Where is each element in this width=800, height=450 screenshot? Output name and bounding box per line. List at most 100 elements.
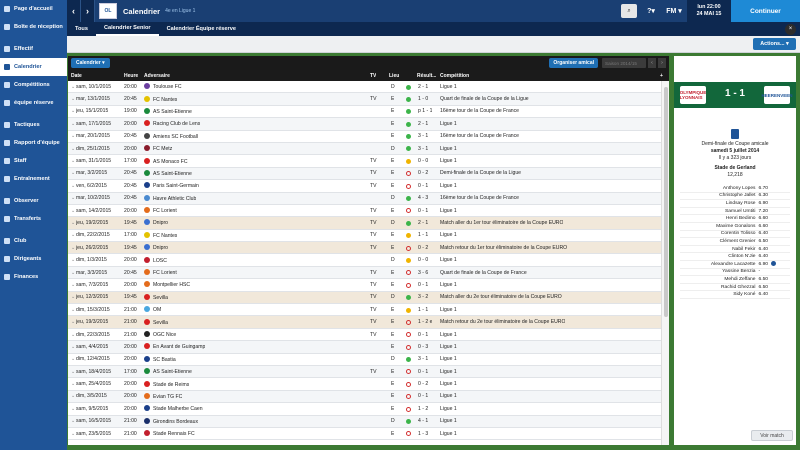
fixture-competition[interactable]: Demi-finale de la Coupe de la Ligue [440, 170, 521, 176]
fixture-row[interactable]: ⌄ dim, 3/5/2015 20:00 Evian TG FC E 0 - 1 Ligu… [68, 390, 669, 404]
add-column-icon[interactable]: + [660, 73, 663, 79]
fixture-competition[interactable]: Ligue 1 [440, 307, 457, 313]
expand-chevron-icon[interactable]: ⌄ [71, 356, 75, 362]
fixture-opponent[interactable]: FC Nantes [144, 95, 177, 103]
opponent-name[interactable]: SC Bastia [153, 357, 176, 363]
fixture-competition[interactable]: Ligue 1 [440, 121, 457, 127]
opponent-name[interactable]: Dnipro [153, 245, 168, 251]
fixture-opponent[interactable]: Dnipro [144, 219, 168, 226]
sidebar-item-trophy[interactable]: Compétitions [0, 76, 67, 94]
fixture-competition[interactable]: Quart de finale de la Coupe de France [440, 270, 527, 276]
opponent-name[interactable]: OM [153, 307, 161, 313]
opponent-name[interactable]: Amiens SC Football [153, 134, 198, 140]
expand-chevron-icon[interactable]: ⌄ [71, 232, 75, 238]
player-rating-row[interactable]: Lindsay Rose 6.90 [680, 200, 790, 208]
player-name[interactable]: Sidy Koné [694, 292, 755, 297]
tab-senior-calendar[interactable]: Calendrier Senior [95, 22, 159, 36]
fixture-opponent[interactable]: Havre Athletic Club [144, 194, 196, 202]
fixture-competition[interactable]: Ligue 1 [440, 282, 457, 288]
fixture-opponent[interactable]: OM [144, 306, 161, 313]
col-result[interactable]: Résult... [417, 73, 436, 79]
fixture-opponent[interactable]: Stade Malherbe Caen [144, 405, 203, 412]
fixture-opponent[interactable]: Sevilla [144, 318, 168, 326]
fixture-competition[interactable]: Ligue 1 [440, 418, 457, 424]
opponent-name[interactable]: FC Lorient [153, 208, 177, 214]
opponent-name[interactable]: FC Lorient [153, 270, 177, 276]
opponent-name[interactable]: En Avant de Guingamp [153, 344, 205, 350]
col-tv[interactable]: TV [370, 73, 376, 79]
opponent-name[interactable]: Havre Athletic Club [153, 196, 196, 202]
player-name[interactable]: Rachid Ghezzal [694, 285, 756, 290]
fixture-row[interactable]: ⌄ dim, 25/1/2015 20:00 FC Metz D 3 - 1 Ligue 1 [68, 142, 669, 156]
opponent-name[interactable]: AS Saint-Etienne [153, 171, 192, 177]
view-match-button[interactable]: Voir match [751, 430, 793, 441]
fixture-opponent[interactable]: FC Lorient [144, 269, 177, 276]
expand-chevron-icon[interactable]: ⌄ [71, 257, 75, 263]
opponent-name[interactable]: Dnipro [153, 220, 168, 226]
fixture-competition[interactable]: Match retour du 2e tour éliminatoire de … [440, 319, 565, 325]
player-name[interactable]: Maxime Gonalons [694, 224, 755, 229]
player-name[interactable]: Nabil Fekir [694, 247, 755, 252]
fixture-opponent[interactable]: Dnipro [144, 244, 168, 251]
fixture-competition[interactable]: Ligue 1 [440, 257, 457, 263]
fixture-competition[interactable]: Quart de finale de la Coupe de la Ligue [440, 96, 529, 102]
fixture-row[interactable]: ⌄ sam, 16/5/2015 21:00 Girondins Bordeaux D 4… [68, 415, 669, 428]
player-name[interactable]: Lindsay Rose [694, 201, 756, 206]
expand-chevron-icon[interactable]: ⌄ [71, 195, 75, 201]
sidebar-item-tactics[interactable]: Tactiques [0, 116, 67, 134]
fixture-row[interactable]: ⌄ ven, 6/2/2015 20:45 Paris Saint-Germain TV… [68, 180, 669, 193]
fixture-opponent[interactable]: FC Lorient [144, 207, 177, 214]
fixture-row[interactable]: ⌄ jeu, 19/2/2015 19:45 Dnipro TV D 2 - 1 Match … [68, 217, 669, 230]
expand-chevron-icon[interactable]: ⌄ [71, 270, 75, 276]
previous-season-button[interactable]: ‹ [648, 58, 656, 68]
player-rating-row[interactable]: Samuel Umtiti 7.20 [680, 208, 790, 216]
tab-all[interactable]: Tous [67, 22, 96, 36]
player-rating-row[interactable]: Sidy Koné 6.40 [680, 291, 790, 299]
opponent-name[interactable]: AS Saint-Etienne [153, 369, 192, 375]
player-name[interactable]: Alexandre Lacazette [694, 262, 756, 267]
fixture-row[interactable]: ⌄ sam, 23/5/2015 21:00 Stade Rennais FC E 1 -… [68, 428, 669, 441]
fixture-row[interactable]: ⌄ jeu, 26/2/2015 19:45 Dnipro TV E 0 - 2 Match … [68, 242, 669, 255]
fixture-opponent[interactable]: FC Metz [144, 145, 172, 152]
fixture-opponent[interactable]: AS Monaco FC [144, 157, 188, 165]
expand-chevron-icon[interactable]: ⌄ [71, 418, 75, 424]
opponent-name[interactable]: OGC Nice [153, 332, 176, 338]
organize-friendly-button[interactable]: Organiser amical [549, 58, 598, 68]
sidebar-item-training[interactable]: Entraînement [0, 170, 67, 188]
col-date[interactable]: Date [71, 73, 82, 79]
player-rating-row[interactable]: Maxime Gonalons 6.60 [680, 223, 790, 231]
player-name[interactable]: Christophe Jallet [694, 193, 755, 198]
fixture-opponent[interactable]: AS Saint-Etienne [144, 107, 192, 115]
fixture-competition[interactable]: Ligue 1 [440, 431, 457, 437]
opponent-name[interactable]: AS Saint-Etienne [153, 109, 192, 115]
sidebar-item-board[interactable]: Dirigeants [0, 250, 67, 268]
fixture-row[interactable]: ⌄ dim, 22/3/2015 21:00 OGC Nice TV E 0 - 1 Ligu… [68, 329, 669, 342]
actions-button[interactable]: Actions... ▾ [753, 38, 796, 50]
fixture-row[interactable]: ⌄ dim, 22/2/2015 17:00 FC Nantes TV E 1 - 1 Lig… [68, 230, 669, 243]
opponent-name[interactable]: Paris Saint-Germain [153, 183, 199, 189]
fixture-opponent[interactable]: Evian TG FC [144, 392, 182, 400]
fixture-competition[interactable]: Ligue 1 [440, 208, 457, 214]
fixture-competition[interactable]: Ligue 1 [440, 344, 457, 350]
fixture-competition[interactable]: Ligue 1 [440, 406, 457, 412]
opponent-name[interactable]: Stade Malherbe Caen [153, 406, 203, 412]
tab-reserve-calendar[interactable]: Calendrier Équipe réserve [159, 22, 244, 36]
fixture-competition[interactable]: 16ème tour de la Coupe de France [440, 133, 519, 139]
player-rating-row[interactable]: Clément Grenier 6.50 [680, 238, 790, 246]
fixture-opponent[interactable]: Stade Rennais FC [144, 430, 195, 437]
opponent-name[interactable]: Stade de Reims [153, 382, 189, 388]
fixture-competition[interactable]: Match retour du 1er tour éliminatoire de… [440, 245, 567, 251]
expand-chevron-icon[interactable]: ⌄ [71, 121, 75, 127]
fixture-row[interactable]: ⌄ dim, 12/4/2015 20:00 SC Bastia D 3 - 1 Ligue… [68, 354, 669, 366]
scrollbar-thumb[interactable] [664, 87, 668, 317]
fixture-competition[interactable]: Ligue 1 [440, 381, 457, 387]
sidebar-item-inbox[interactable]: Boîte de réception [0, 18, 67, 36]
expand-chevron-icon[interactable]: ⌄ [71, 96, 75, 102]
opponent-name[interactable]: Sevilla [153, 295, 168, 301]
opponent-name[interactable]: FC Metz [153, 146, 172, 152]
opponent-name[interactable]: LOSC [153, 258, 167, 264]
expand-chevron-icon[interactable]: ⌄ [71, 294, 75, 300]
forward-button[interactable]: › [81, 0, 95, 22]
fixture-opponent[interactable]: Montpellier HSC [144, 281, 190, 288]
expand-chevron-icon[interactable]: ⌄ [71, 108, 75, 114]
